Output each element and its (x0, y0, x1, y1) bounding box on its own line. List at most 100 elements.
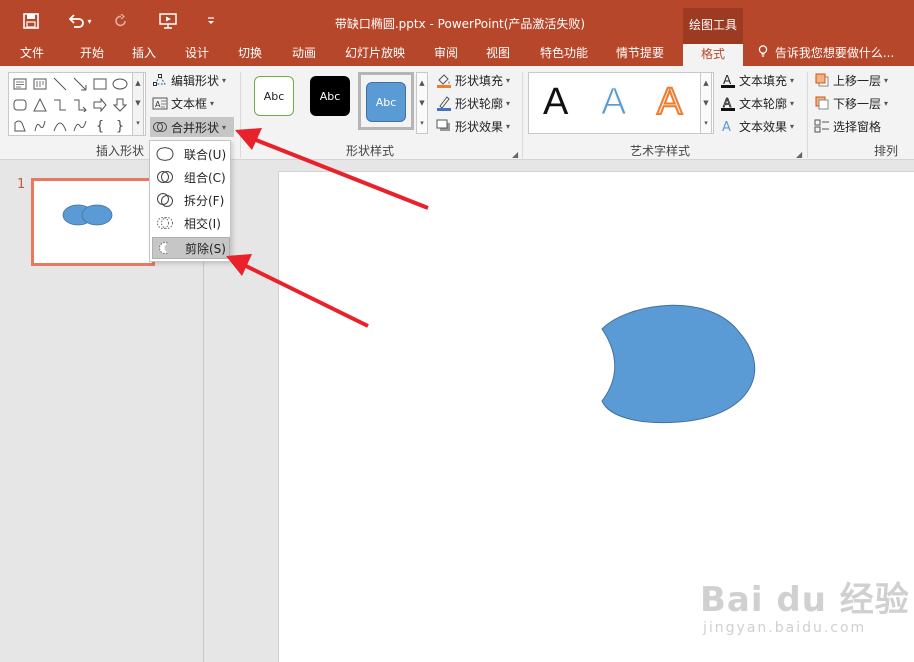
paint-bucket-icon (436, 72, 452, 88)
shape-fill-button[interactable]: 形状填充 ▾ (436, 70, 510, 90)
tab-storyboard[interactable]: 情节提要 (608, 42, 672, 66)
shape-outline-button[interactable]: 形状轮廓 ▾ (436, 93, 510, 113)
intersect-icon (154, 215, 176, 231)
line-shape-icon[interactable] (51, 75, 69, 93)
tab-transitions[interactable]: 切换 (226, 42, 274, 66)
tab-animations[interactable]: 动画 (280, 42, 328, 66)
shape-fill-label: 形状填充 (455, 73, 504, 88)
tab-file[interactable]: 文件 (8, 42, 56, 66)
text-outline-button[interactable]: A 文本轮廓 ▾ (720, 93, 794, 113)
send-backward-icon (814, 95, 830, 111)
left-brace-shape-icon[interactable]: { (91, 117, 109, 135)
bring-forward-button[interactable]: 上移一层 ▾ (814, 70, 888, 90)
presentation-icon[interactable] (156, 8, 180, 34)
shape-style-blue[interactable]: Abc (366, 82, 406, 122)
text-effects-icon: A (720, 118, 736, 134)
scroll-down-icon[interactable]: ▼ (133, 93, 143, 113)
wordart-scroll[interactable]: ▲ ▼ ▾ (700, 72, 712, 134)
right-arrow-shape-icon[interactable] (91, 96, 109, 114)
wordart-style-blue[interactable]: A (600, 81, 626, 124)
text-effects-button[interactable]: A 文本效果 ▾ (720, 116, 794, 136)
tell-me-box[interactable]: 告诉我您想要做什么... (758, 42, 894, 66)
selection-pane-button[interactable]: 选择窗格 (814, 116, 881, 136)
more-icon[interactable]: ▾ (417, 113, 427, 133)
tab-view[interactable]: 视图 (476, 42, 520, 66)
window-title: 带缺口椭圆.pptx - PowerPoint(产品激活失败) (334, 17, 586, 31)
textbox-shape-icon[interactable] (11, 75, 29, 93)
baidu-watermark-url: jingyan.baidu.com (703, 620, 867, 636)
arc-shape-icon[interactable] (51, 117, 69, 135)
scroll-down-icon[interactable]: ▼ (417, 93, 427, 113)
oval-shape-icon[interactable] (111, 75, 129, 93)
menu-item-subtract[interactable]: 剪除(S) (152, 237, 230, 259)
scroll-up-icon[interactable]: ▲ (133, 73, 143, 93)
right-brace-shape-icon[interactable]: } (111, 117, 129, 135)
rounded-rect-shape-icon[interactable] (11, 96, 29, 114)
scribble-shape-icon[interactable] (31, 117, 49, 135)
chevron-down-icon: ▾ (884, 75, 889, 85)
slide-thumbnail[interactable] (31, 178, 155, 266)
chevron-down-icon: ▾ (506, 75, 511, 85)
down-arrow-shape-icon[interactable] (111, 96, 129, 114)
tab-review[interactable]: 审阅 (424, 42, 468, 66)
chevron-down-icon: ▾ (884, 98, 889, 108)
undo-icon[interactable]: ▾ (62, 8, 98, 34)
elbow-connector-shape-icon[interactable] (51, 96, 69, 114)
save-icon[interactable] (18, 8, 44, 34)
dialog-launcher-icon[interactable]: ◢ (796, 150, 802, 159)
scroll-up-icon[interactable]: ▲ (417, 73, 427, 93)
redo-icon[interactable] (110, 8, 132, 34)
edit-shape-label: 编辑形状 (171, 73, 220, 88)
scroll-up-icon[interactable]: ▲ (701, 73, 711, 93)
elbow-arrow-shape-icon[interactable] (71, 96, 89, 114)
more-icon[interactable]: ▾ (133, 113, 143, 133)
menu-item-union[interactable]: 联合(U) (152, 143, 230, 165)
vertical-textbox-shape-icon[interactable] (31, 75, 49, 93)
bring-forward-icon (814, 72, 830, 88)
text-fill-icon: A (720, 72, 736, 88)
chevron-down-icon: ▾ (790, 75, 795, 85)
customize-qat-icon[interactable] (203, 8, 219, 34)
edit-shape-button[interactable]: 编辑形状 ▾ (152, 70, 226, 90)
send-backward-button[interactable]: 下移一层 ▾ (814, 93, 888, 113)
wordart-style-black[interactable]: A (543, 81, 568, 124)
drawing-tools-header: 绘图工具 (683, 8, 743, 42)
scroll-down-icon[interactable]: ▼ (701, 93, 711, 113)
group-divider (807, 72, 808, 158)
dialog-launcher-icon[interactable]: ◢ (512, 150, 518, 159)
menu-item-combine[interactable]: 组合(C) (152, 166, 230, 188)
chevron-down-icon: ▾ (790, 121, 795, 131)
chevron-down-icon: ▾ (506, 121, 511, 131)
tab-insert[interactable]: 插入 (120, 42, 168, 66)
shape-styles-scroll[interactable]: ▲ ▼ ▾ (416, 72, 428, 134)
selection-pane-label: 选择窗格 (833, 119, 882, 134)
shape-effects-button[interactable]: 形状效果 ▾ (436, 116, 510, 136)
tab-format[interactable]: 格式 (683, 42, 743, 66)
more-icon[interactable]: ▾ (701, 113, 711, 133)
wordart-gallery[interactable]: A A A (528, 72, 714, 134)
curve-shape-icon[interactable] (71, 117, 89, 135)
shape-outline-label: 形状轮廓 (455, 96, 504, 111)
shapes-gallery[interactable]: { } (8, 72, 146, 136)
merge-shapes-button[interactable]: 合并形状 ▾ (150, 117, 234, 137)
text-box-button[interactable]: A 文本框 ▾ (152, 93, 214, 113)
wordart-style-orange-outline[interactable]: A (656, 80, 683, 124)
freeform-shape-icon[interactable] (11, 117, 29, 135)
menu-item-label: 拆分(F) (184, 193, 225, 208)
triangle-shape-icon[interactable] (31, 96, 49, 114)
arrow-line-shape-icon[interactable] (71, 75, 89, 93)
shapes-gallery-scroll[interactable]: ▲ ▼ ▾ (132, 72, 144, 136)
menu-item-intersect[interactable]: 相交(I) (152, 212, 230, 234)
shape-style-outline[interactable]: Abc (254, 76, 294, 116)
tab-features[interactable]: 特色功能 (532, 42, 596, 66)
tab-slideshow[interactable]: 幻灯片放映 (338, 42, 412, 66)
tab-home[interactable]: 开始 (68, 42, 116, 66)
menu-item-fragment[interactable]: 拆分(F) (152, 189, 230, 211)
send-backward-label: 下移一层 (833, 96, 882, 111)
rectangle-shape-icon[interactable] (91, 75, 109, 93)
svg-text:A: A (723, 96, 732, 110)
tab-design[interactable]: 设计 (173, 42, 221, 66)
shape-style-dark[interactable]: Abc (310, 76, 350, 116)
title-bar: ▾ 带缺口椭圆.pptx - PowerPoint(产品激活失败) 绘图工具 (0, 0, 914, 42)
text-fill-button[interactable]: A 文本填充 ▾ (720, 70, 794, 90)
